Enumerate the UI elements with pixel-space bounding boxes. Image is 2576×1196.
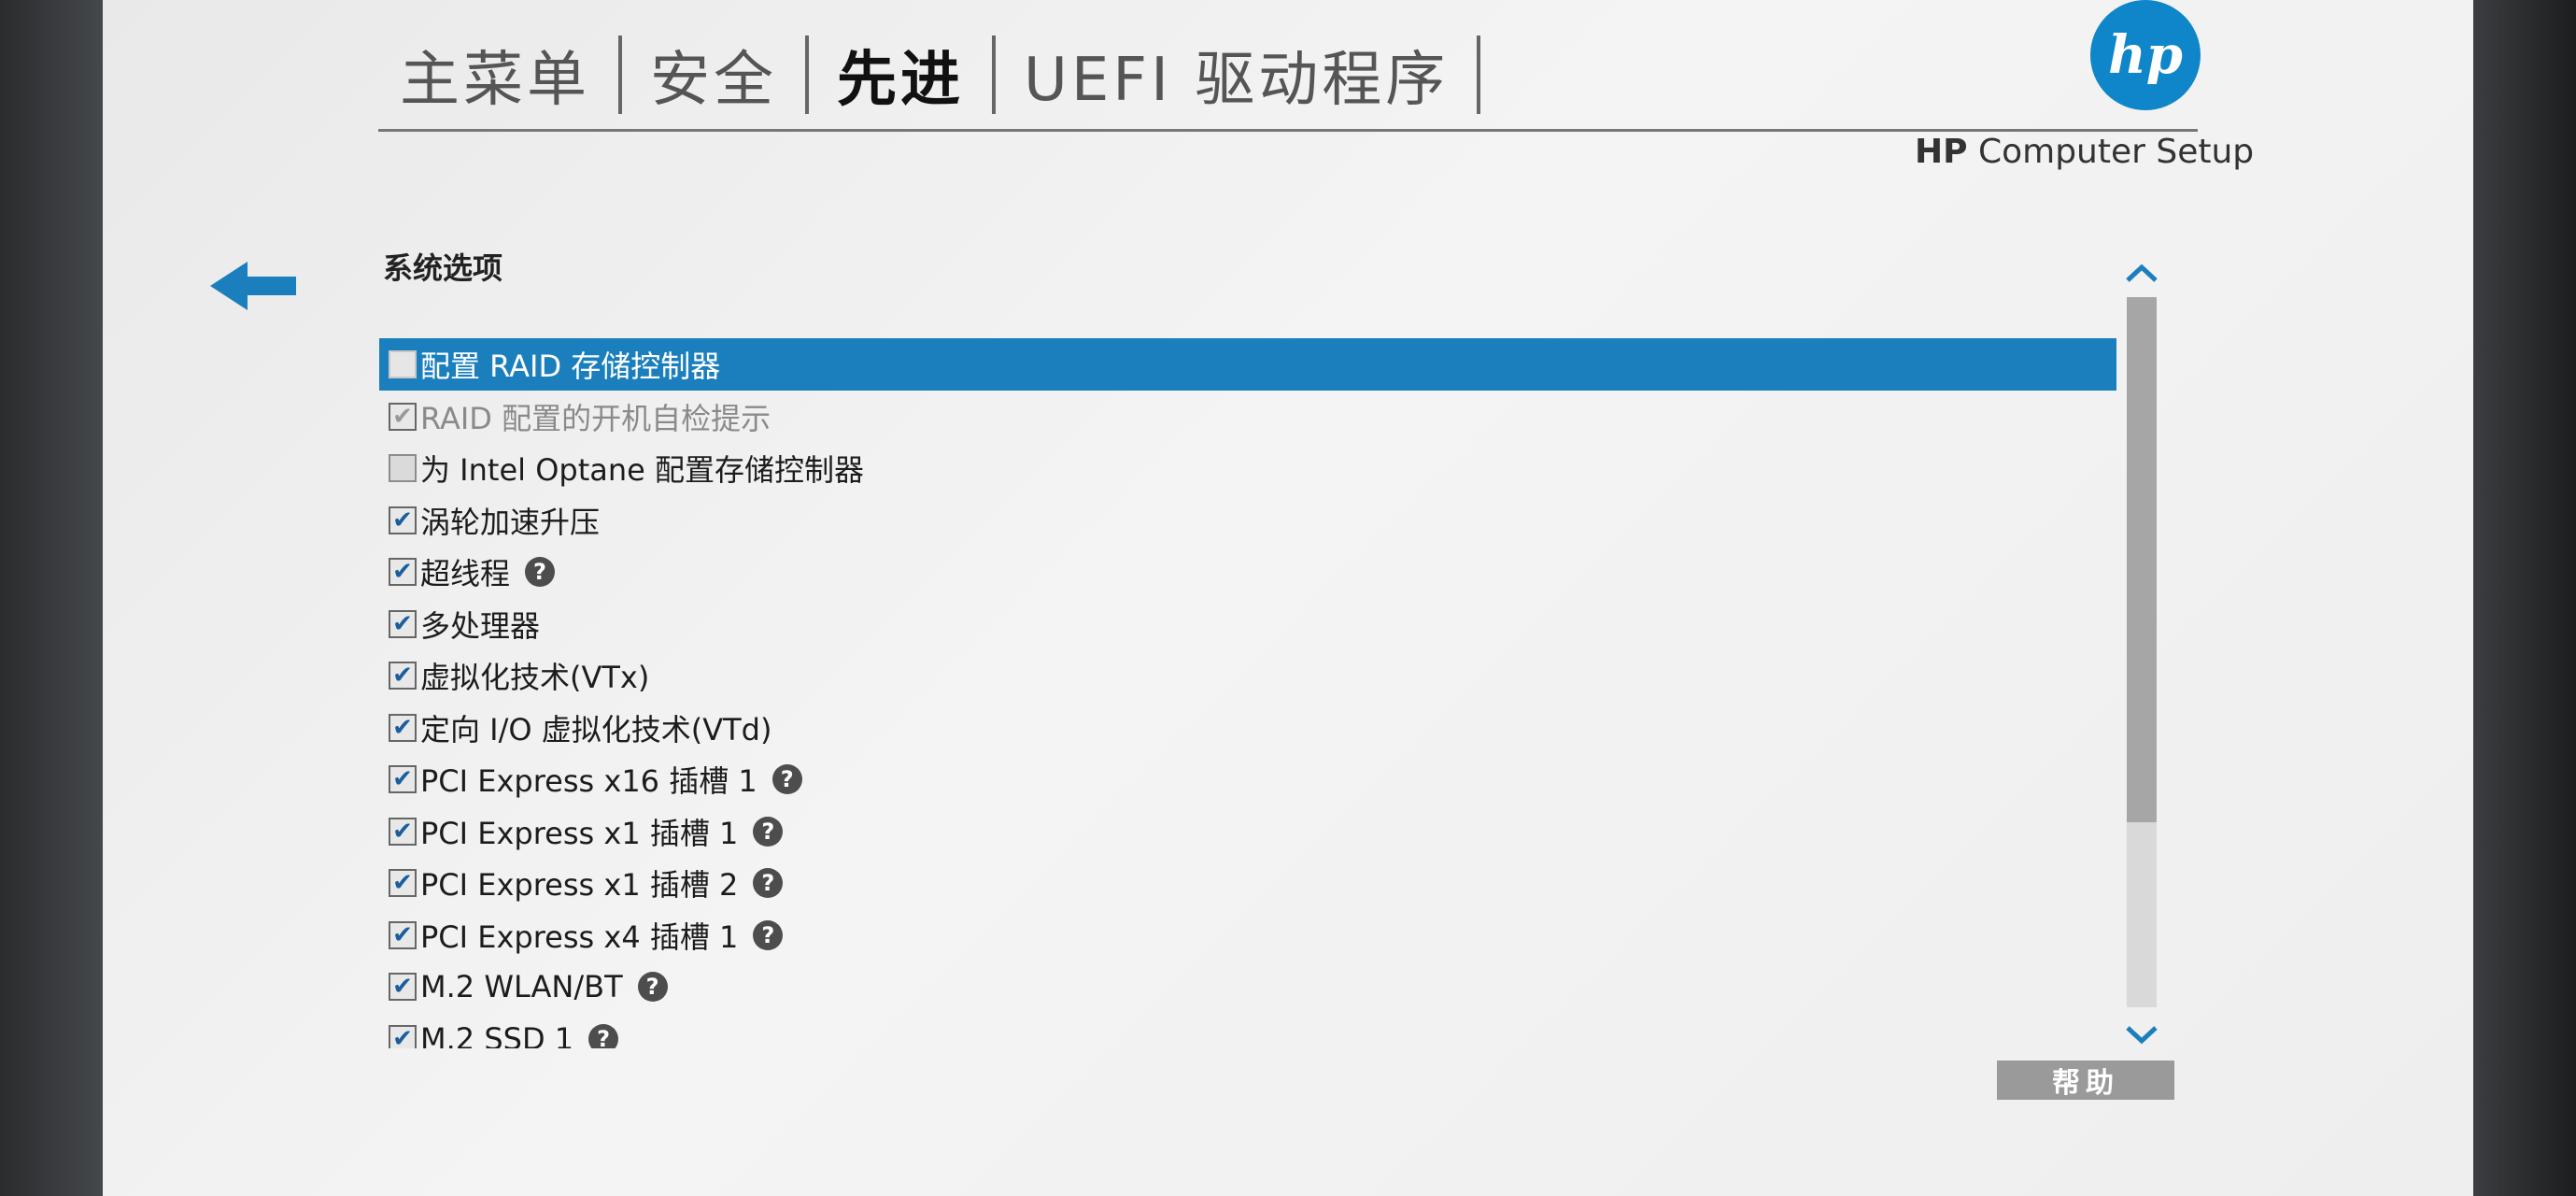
tab-advanced[interactable]: 先进 [820, 32, 981, 118]
option-label: PCI Express x16 插槽 1 [420, 763, 757, 800]
tab-separator [805, 36, 809, 114]
option-label: PCI Express x1 插槽 1 [420, 815, 739, 851]
option-checkbox[interactable] [389, 350, 417, 378]
option-checkbox[interactable] [389, 609, 417, 638]
option-row[interactable]: 多处理器 [379, 598, 2116, 650]
option-row[interactable]: PCI Express x1 插槽 1? [379, 805, 2116, 858]
monitor-bezel-right [2473, 0, 2576, 1196]
tab-separator [618, 36, 622, 114]
tab-separator [1477, 36, 1481, 114]
tab-separator [992, 36, 996, 114]
option-checkbox[interactable] [389, 920, 417, 949]
option-row[interactable]: 超线程? [379, 547, 2116, 599]
monitor-bezel-left [0, 0, 103, 1196]
help-question-icon[interactable]: ? [637, 972, 668, 1003]
option-checkbox [389, 402, 417, 431]
option-checkbox[interactable] [389, 973, 417, 1002]
help-question-icon[interactable]: ? [753, 816, 784, 847]
option-checkbox[interactable] [389, 454, 417, 483]
option-checkbox[interactable] [389, 765, 417, 794]
option-label: PCI Express x4 插槽 1 [420, 918, 739, 955]
option-label: M.2 WLAN/BT [420, 969, 623, 1005]
option-checkbox[interactable] [389, 817, 417, 846]
help-question-icon[interactable]: ? [525, 557, 556, 588]
help-button[interactable]: 帮助 [1997, 1061, 2174, 1100]
option-label: 超线程 [420, 556, 511, 592]
tab-main-menu[interactable]: 主菜单 [383, 32, 607, 118]
tab-security[interactable]: 安全 [633, 32, 794, 118]
option-checkbox[interactable] [389, 558, 417, 587]
option-label: 多处理器 [420, 607, 541, 644]
section-title: 系统选项 [383, 250, 503, 286]
option-checkbox[interactable] [389, 1024, 417, 1048]
option-label: 定向 I/O 虚拟化技术(VTd) [420, 711, 772, 748]
option-label: PCI Express x1 插槽 2 [420, 867, 739, 904]
option-label: RAID 配置的开机自检提示 [420, 400, 771, 436]
option-checkbox[interactable] [389, 662, 417, 691]
options-list: 配置 RAID 存储控制器 RAID 配置的开机自检提示为 Intel Optan… [379, 338, 2116, 1048]
scroll-up-chevron-icon[interactable] [2122, 260, 2161, 288]
option-row[interactable]: 虚拟化技术(VTx) [379, 650, 2116, 703]
option-row[interactable]: 涡轮加速升压 [379, 494, 2116, 547]
option-row[interactable]: PCI Express x16 插槽 1? [379, 754, 2116, 806]
help-question-icon[interactable]: ? [753, 919, 784, 950]
option-row[interactable]: PCI Express x4 插槽 1? [379, 909, 2116, 961]
product-title: HP Computer Setup [1915, 133, 2254, 171]
product-brand: HP [1915, 133, 1968, 171]
scrollbar-track[interactable] [2127, 297, 2157, 1007]
option-label: 配置 RAID 存储控制器 [420, 349, 721, 384]
option-label: M.2 SSD 1 [420, 1020, 574, 1048]
help-question-icon[interactable]: ? [753, 868, 784, 899]
tab-bar: 主菜单 安全 先进 UEFI 驱动程序 [383, 28, 1492, 121]
help-question-icon[interactable]: ? [588, 1023, 619, 1048]
tab-underline [378, 129, 2198, 132]
hp-logo: hp [2090, 0, 2201, 110]
scrollbar-thumb[interactable] [2127, 297, 2157, 822]
option-checkbox[interactable] [389, 869, 417, 898]
option-label: 虚拟化技术(VTx) [420, 660, 650, 696]
option-row[interactable]: M.2 SSD 1? [379, 1013, 2116, 1048]
option-checkbox[interactable] [389, 505, 417, 534]
option-label: 涡轮加速升压 [420, 504, 601, 540]
option-label: 为 Intel Optane 配置存储控制器 [420, 452, 864, 489]
bios-screen: 主菜单 安全 先进 UEFI 驱动程序 hp HP Computer Setup… [103, 0, 2473, 1196]
option-row[interactable]: 定向 I/O 虚拟化技术(VTd) [379, 702, 2116, 754]
product-name: Computer Setup [1977, 133, 2255, 171]
option-row[interactable]: 配置 RAID 存储控制器 [379, 338, 2116, 391]
option-checkbox[interactable] [389, 713, 417, 742]
option-row: RAID 配置的开机自检提示 [379, 391, 2116, 443]
scroll-down-chevron-icon[interactable] [2122, 1020, 2161, 1048]
option-row[interactable]: M.2 WLAN/BT? [379, 961, 2116, 1014]
option-row[interactable]: 为 Intel Optane 配置存储控制器 [379, 443, 2116, 495]
back-arrow-icon[interactable] [210, 262, 296, 310]
option-row[interactable]: PCI Express x1 插槽 2? [379, 858, 2116, 910]
tab-uefi-drivers[interactable]: UEFI 驱动程序 [1007, 32, 1465, 118]
help-question-icon[interactable]: ? [771, 764, 802, 795]
